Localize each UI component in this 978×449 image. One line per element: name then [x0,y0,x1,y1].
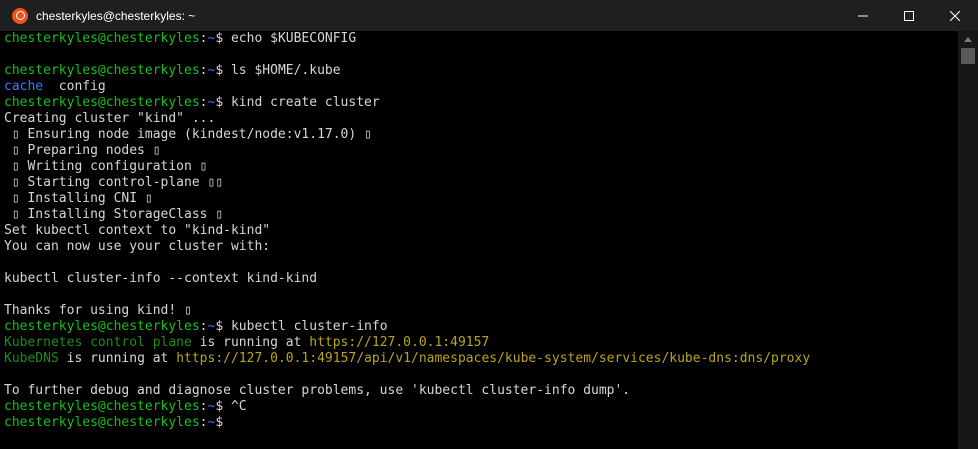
output-line: KubeDNS is running at https://127.0.0.1:… [4,351,810,367]
terminal-area[interactable]: chesterkyles@chesterkyles:~$ echo $KUBEC… [0,31,958,449]
prompt-userhost: chesterkyles@chesterkyles [4,399,200,414]
chevron-up-icon [964,36,972,42]
prompt-userhost: chesterkyles@chesterkyles [4,95,200,110]
command-text: kubectl cluster-info [230,319,388,334]
scrollbar-thumb[interactable] [961,48,975,64]
maximize-icon [904,10,914,21]
ls-file: config [43,79,106,94]
prompt-symbol: $ [215,95,231,110]
prompt-symbol: $ [215,31,231,46]
maximize-button[interactable] [886,0,932,31]
vertical-scrollbar[interactable] [958,31,978,449]
k8s-control-plane-label: Kubernetes control plane [4,335,192,350]
ubuntu-icon[interactable] [12,7,28,24]
minimize-icon [858,15,868,16]
prompt-sep: : [199,415,208,430]
command-text: ls $HOME/.kube [230,63,341,78]
scroll-up-button[interactable] [958,31,978,47]
prompt-sep: : [199,95,208,110]
title-bar[interactable]: chesterkyles@chesterkyles: ~ [0,0,978,31]
output-line: Creating cluster "kind" ... [4,111,216,126]
output-line: Thanks for using kind! ▯ [4,303,192,318]
output-line: ▯ Ensuring node image (kindest/node:v1.1… [4,127,372,142]
output-line: kubectl cluster-info --context kind-kind [4,271,318,286]
output-line: cache config [4,79,810,95]
output-line: ▯ Preparing nodes ▯ [4,143,161,158]
prompt-symbol: $ [215,399,231,414]
kubedns-label: KubeDNS [4,351,59,366]
running-at-text: is running at [58,351,177,366]
minimize-button[interactable] [840,0,886,31]
close-button[interactable] [932,0,978,31]
terminal-output: chesterkyles@chesterkyles:~$ echo $KUBEC… [4,31,810,431]
prompt-line: chesterkyles@chesterkyles:~$ kind create… [4,95,810,111]
prompt-sep: : [199,31,208,46]
prompt-symbol-current: $ [215,415,224,430]
output-line: ▯ Writing configuration ▯ [4,159,208,174]
current-prompt-line[interactable]: chesterkyles@chesterkyles:~$ [4,415,810,431]
output-line: You can now use your cluster with: [4,239,271,254]
prompt-userhost: chesterkyles@chesterkyles [4,415,200,430]
ls-directory: cache [4,79,44,94]
window-controls [840,0,978,31]
prompt-line: chesterkyles@chesterkyles:~$ echo $KUBEC… [4,31,810,47]
close-icon [950,10,960,21]
output-line: ▯ Installing CNI ▯ [4,191,153,206]
running-at-text: is running at [191,335,310,350]
prompt-sep: : [199,399,208,414]
prompt-sep: : [199,63,208,78]
k8s-url-link[interactable]: https://127.0.0.1:49157 [309,335,489,350]
command-text: kind create cluster [230,95,380,110]
output-line: Kubernetes control plane is running at h… [4,335,810,351]
prompt-line: chesterkyles@chesterkyles:~$ ^C [4,399,810,415]
output-line: ▯ Installing StorageClass ▯ [4,207,224,222]
output-line: ▯ Starting control-plane ▯▯ [4,175,224,190]
prompt-userhost: chesterkyles@chesterkyles [4,319,200,334]
prompt-symbol: $ [215,63,231,78]
command-text: ^C [230,399,247,414]
kubedns-url-link[interactable]: https://127.0.0.1:49157/api/v1/namespace… [176,351,810,366]
prompt-line: chesterkyles@chesterkyles:~$ ls $HOME/.k… [4,63,810,79]
prompt-userhost: chesterkyles@chesterkyles [4,31,200,46]
prompt-symbol: $ [215,319,231,334]
command-text: echo $KUBECONFIG [230,31,357,46]
output-line: Set kubectl context to "kind-kind" [4,223,271,238]
output-line: To further debug and diagnose cluster pr… [4,383,631,398]
window-title: chesterkyles@chesterkyles: ~ [36,8,196,23]
prompt-userhost: chesterkyles@chesterkyles [4,63,200,78]
prompt-sep: : [199,319,208,334]
prompt-line: chesterkyles@chesterkyles:~$ kubectl clu… [4,319,810,335]
